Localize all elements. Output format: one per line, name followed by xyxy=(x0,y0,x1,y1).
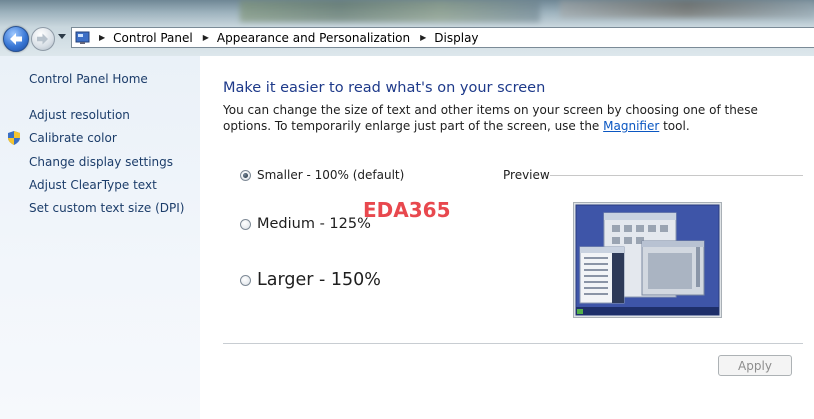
recent-pages-dropdown[interactable] xyxy=(58,34,66,39)
uac-shield-icon xyxy=(8,131,20,145)
radio-medium[interactable] xyxy=(240,218,251,230)
aero-glass-background xyxy=(240,0,540,22)
sidebar-item-adjust-cleartype[interactable]: Adjust ClearType text xyxy=(29,178,157,192)
option-larger-label: Larger - 150% xyxy=(257,270,381,290)
back-button[interactable] xyxy=(3,26,29,52)
sidebar-item-control-panel-home[interactable]: Control Panel Home xyxy=(29,72,148,86)
preview-image xyxy=(573,202,722,318)
preview-divider xyxy=(550,175,803,176)
radio-smaller[interactable] xyxy=(240,169,251,181)
back-arrow-icon xyxy=(10,33,22,45)
page-description: You can change the size of text and othe… xyxy=(223,102,783,134)
option-smaller[interactable]: Smaller - 100% (default) xyxy=(240,168,404,182)
option-medium[interactable]: Medium - 125% xyxy=(240,216,371,232)
title-bar: ▶ Control Panel ▶ Appearance and Persona… xyxy=(0,0,814,56)
chevron-right-icon[interactable]: ▶ xyxy=(203,33,209,42)
desktop-preview-icon xyxy=(575,204,720,316)
chevron-right-icon[interactable]: ▶ xyxy=(420,33,426,42)
watermark: EDA365 xyxy=(363,198,451,222)
control-panel-icon xyxy=(75,31,91,45)
sidebar-item-custom-text-size[interactable]: Set custom text size (DPI) xyxy=(29,201,184,215)
breadcrumb-control-panel[interactable]: Control Panel xyxy=(113,31,193,45)
apply-button[interactable]: Apply xyxy=(718,355,792,376)
magnifier-link[interactable]: Magnifier xyxy=(603,119,659,133)
breadcrumb-appearance[interactable]: Appearance and Personalization xyxy=(217,31,410,45)
sidebar-item-adjust-resolution[interactable]: Adjust resolution xyxy=(29,108,130,122)
forward-arrow-icon xyxy=(37,33,48,45)
option-medium-label: Medium - 125% xyxy=(257,216,371,232)
aero-glass-background xyxy=(560,0,814,18)
breadcrumb-display[interactable]: Display xyxy=(434,31,478,45)
description-text-end: tool. xyxy=(659,119,690,133)
sidebar: Control Panel Home Adjust resolution Cal… xyxy=(0,56,200,419)
sidebar-item-change-display-settings[interactable]: Change display settings xyxy=(29,155,173,169)
preview-label: Preview xyxy=(503,168,550,182)
radio-larger[interactable] xyxy=(240,274,251,286)
forward-button[interactable] xyxy=(31,27,55,51)
address-bar[interactable]: ▶ Control Panel ▶ Appearance and Persona… xyxy=(71,27,814,48)
chevron-right-icon[interactable]: ▶ xyxy=(99,33,105,42)
main-content: Make it easier to read what's on your sc… xyxy=(200,56,814,419)
bottom-divider xyxy=(223,343,803,344)
option-larger[interactable]: Larger - 150% xyxy=(240,270,381,290)
option-smaller-label: Smaller - 100% (default) xyxy=(257,168,405,182)
page-title: Make it easier to read what's on your sc… xyxy=(223,80,546,96)
sidebar-item-calibrate-color[interactable]: Calibrate color xyxy=(29,131,117,145)
